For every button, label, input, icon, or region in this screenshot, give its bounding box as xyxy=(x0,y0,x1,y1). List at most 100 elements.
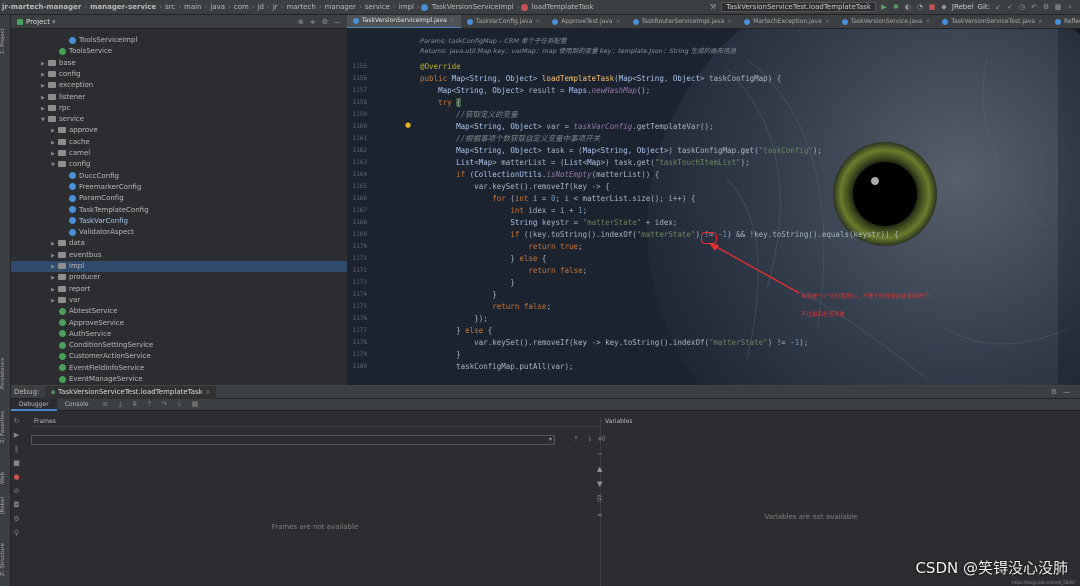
tree-item[interactable]: DuccConfig xyxy=(11,171,347,182)
hide-icon[interactable]: — xyxy=(334,18,341,26)
profile-icon[interactable]: ◔ xyxy=(916,3,924,11)
editor-tab[interactable]: TaskVersionServiceTest.java × xyxy=(936,15,1049,28)
run-configuration-select[interactable]: TaskVersionServiceTest.loadTemplateTask xyxy=(721,2,876,12)
close-icon[interactable]: × xyxy=(616,15,621,28)
stop-icon[interactable]: ■ xyxy=(928,3,936,11)
tree-item[interactable]: ▶ listener xyxy=(11,92,347,103)
close-icon[interactable]: × xyxy=(825,15,830,28)
close-icon[interactable]: × xyxy=(1038,15,1043,28)
tree-item[interactable]: ToolsService xyxy=(11,46,347,57)
tree-item[interactable]: ▶ data xyxy=(11,238,347,249)
undo-icon[interactable]: ↶ xyxy=(1030,3,1038,11)
editor-tab[interactable]: Reflecti× xyxy=(1049,15,1080,28)
move-up-icon[interactable]: ▲ xyxy=(597,465,603,473)
chevron-down-icon[interactable]: ▾ xyxy=(52,18,56,26)
coverage-icon[interactable]: ◐ xyxy=(904,3,912,11)
move-down-icon[interactable]: ▼ xyxy=(597,480,603,488)
debug-icon[interactable]: ✱ xyxy=(892,3,900,11)
lightbulb-icon[interactable]: ● xyxy=(405,121,411,129)
tab-console[interactable]: Console xyxy=(57,399,97,411)
breadcrumb-item[interactable]: jr xyxy=(271,3,280,11)
git-history-icon[interactable]: ◷ xyxy=(1018,3,1026,11)
breadcrumb-item[interactable]: main xyxy=(182,3,204,11)
tree-item[interactable]: AbtestService xyxy=(11,306,347,317)
breadcrumb-item[interactable]: java xyxy=(208,3,227,11)
stop-icon[interactable]: ■ xyxy=(13,459,20,467)
hide-icon[interactable]: — xyxy=(1063,388,1070,396)
tree-item[interactable]: ▶ impl xyxy=(11,261,347,272)
breadcrumb-item[interactable]: src xyxy=(163,3,177,11)
down-arrow-icon[interactable]: ↓ xyxy=(587,435,593,443)
hammer-icon[interactable]: ⚒ xyxy=(709,3,717,11)
up-arrow-icon[interactable]: ↑ xyxy=(573,435,579,443)
settings-icon[interactable]: ⚙ xyxy=(13,515,19,523)
tree-item[interactable]: ▶ var xyxy=(11,295,347,306)
rerun-icon[interactable]: ↻ xyxy=(14,417,20,425)
tree-item[interactable]: ▶ report xyxy=(11,284,347,295)
breadcrumb-item[interactable]: impl xyxy=(397,3,416,11)
breadcrumb-item[interactable]: service xyxy=(363,3,392,11)
structure-tool-tab[interactable]: Z: Structure xyxy=(0,540,11,580)
add-watch-icon[interactable]: + xyxy=(597,435,603,443)
tree-item[interactable]: EventManageService xyxy=(11,374,347,385)
editor-tab[interactable]: TaskRouterServiceImpl.java × xyxy=(627,15,739,28)
code-editor[interactable]: 1155 1156 1157 1158 1159 1160 1161 1162 1163 1164… xyxy=(347,29,1080,385)
tree-item[interactable]: ▶ cache xyxy=(11,137,347,148)
tree-item[interactable]: ▶ approve xyxy=(11,125,347,136)
tree-item[interactable]: ValidatorAspect xyxy=(11,227,347,238)
close-icon[interactable]: × xyxy=(925,15,930,28)
breadcrumb-item[interactable]: martech xyxy=(284,3,317,11)
git-update-icon[interactable]: ↙ xyxy=(994,3,1002,11)
persistence-tool-tab[interactable]: Persistence xyxy=(0,353,11,393)
tree-item[interactable]: ▶ base xyxy=(11,58,347,69)
tree-item[interactable]: ▶ eventbus xyxy=(11,250,347,261)
tree-item[interactable]: EventFieldInfoService xyxy=(11,363,347,374)
tab-debugger[interactable]: Debugger xyxy=(11,398,57,411)
tree-item[interactable]: ApproveService xyxy=(11,318,347,329)
collapse-icon[interactable]: ≑ xyxy=(310,18,316,26)
editor-tab[interactable]: TaskVarConfig.java × xyxy=(461,15,547,28)
mute-breakpoints-icon[interactable]: ⊘ xyxy=(14,487,20,495)
tree-item[interactable]: FreemarkerConfig xyxy=(11,182,347,193)
breadcrumb-item[interactable]: jr-martech-manager xyxy=(0,3,83,11)
tree-item[interactable]: CustomerActionService xyxy=(11,351,347,362)
breakpoints-icon[interactable]: ● xyxy=(13,473,19,481)
tree-item[interactable]: TaskTemplateConfig xyxy=(11,205,347,216)
editor-tab[interactable]: TaskVersionService.java × xyxy=(836,15,937,28)
project-panel-title[interactable]: Project xyxy=(26,18,50,26)
tree-item[interactable]: ▶ rpc xyxy=(11,103,347,114)
editor-tab[interactable]: MartechException.java × xyxy=(738,15,836,28)
editor-tab[interactable]: ApproveTest.java × xyxy=(546,15,626,28)
tree-item[interactable]: ConditionSettingService xyxy=(11,340,347,351)
editor-minimap[interactable] xyxy=(1058,29,1080,385)
target-icon[interactable]: ⊕ xyxy=(298,18,304,26)
structure-icon[interactable]: ▦ xyxy=(1054,3,1062,11)
pause-icon[interactable]: ∥ xyxy=(15,445,19,453)
run-icon[interactable]: ▶ xyxy=(880,3,888,11)
step-controls[interactable]: ≡ ⤓ ⤋ ⤒ ↷ ⤵ ▦ xyxy=(103,400,203,409)
tree-item[interactable]: ▶ config xyxy=(11,69,347,80)
close-icon[interactable]: × xyxy=(450,15,455,28)
tree-item[interactable]: ToolsServiceImpl xyxy=(11,35,347,46)
pin-icon[interactable]: ⚲ xyxy=(14,529,19,537)
editor-tab[interactable]: TaskVersionServiceImpl.java × xyxy=(347,15,461,28)
debug-session-tab[interactable]: ◈ TaskVersionServiceTest.loadTemplateTas… xyxy=(45,385,216,399)
tree-item[interactable]: ▶ exception xyxy=(11,80,347,91)
breadcrumb-item[interactable]: manager xyxy=(323,3,358,11)
remove-icon[interactable]: − xyxy=(597,450,603,458)
jrebel-tool-tab[interactable]: JRebel xyxy=(0,493,11,519)
resume-icon[interactable]: ▶ xyxy=(14,431,19,439)
thread-select[interactable]: ▾ xyxy=(31,435,555,445)
close-icon[interactable]: × xyxy=(535,15,540,28)
gear-icon[interactable]: ⚙ xyxy=(1051,388,1057,396)
tree-item[interactable]: ParamConfig xyxy=(11,193,347,204)
project-tool-tab[interactable]: 1: Project xyxy=(0,21,11,61)
git-commit-icon[interactable]: ✓ xyxy=(1006,3,1014,11)
jrebel-label[interactable]: JRebel xyxy=(952,3,974,11)
web-tool-tab[interactable]: Web xyxy=(0,467,11,489)
settings-icon[interactable]: ⚙ xyxy=(1042,3,1050,11)
tree-item[interactable]: ▶ camel xyxy=(11,148,347,159)
search-icon[interactable]: ⌕ xyxy=(1066,3,1074,11)
close-icon[interactable]: × xyxy=(205,388,211,396)
breadcrumb-item[interactable]: TaskVersionServiceImpl xyxy=(430,3,516,11)
